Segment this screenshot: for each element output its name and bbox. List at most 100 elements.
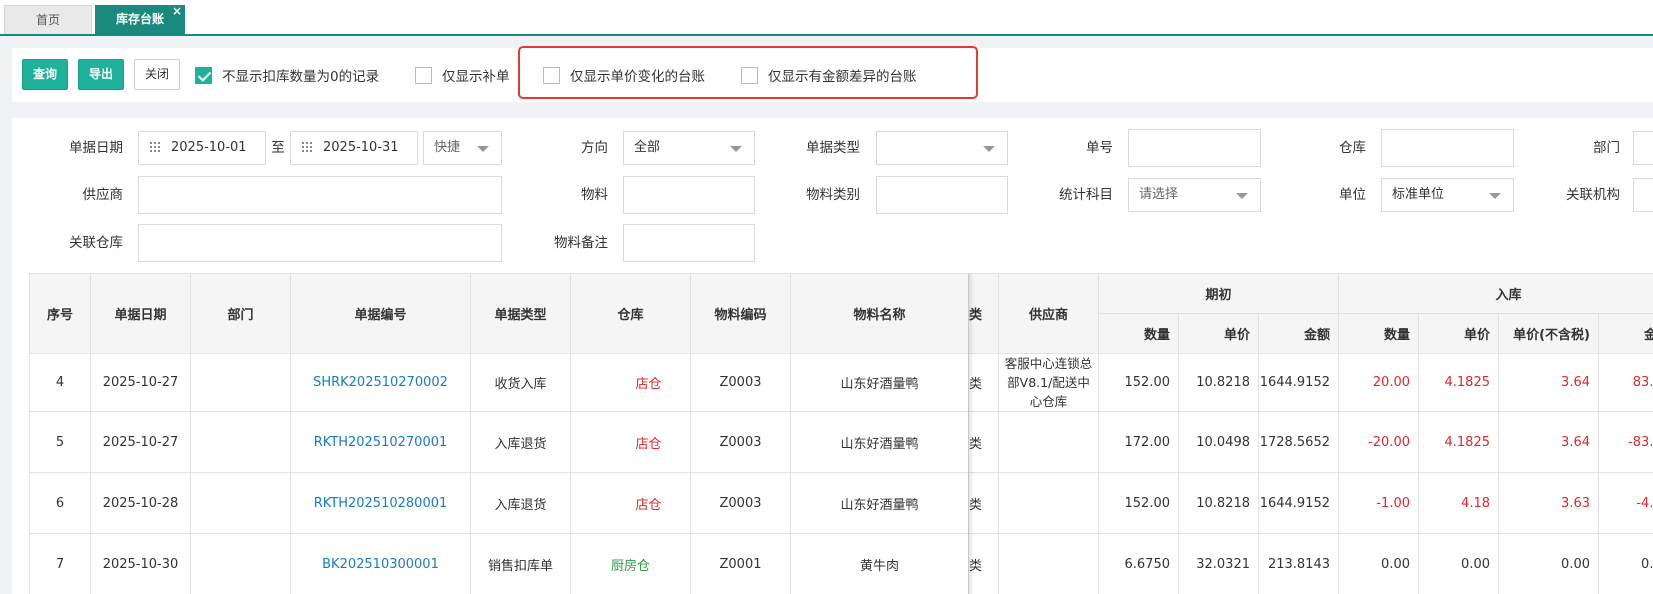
cell-supplier: [999, 412, 1099, 473]
date-to-input[interactable]: 2025-10-31: [290, 131, 418, 165]
material-note-label: 物料备注: [554, 235, 608, 251]
tab-home-label: 首页: [35, 13, 60, 27]
supplier-label: 供应商: [82, 187, 124, 203]
warehouse-input[interactable]: [1381, 129, 1514, 167]
cell-opening-qty: 152.00: [1099, 473, 1179, 534]
material-input[interactable]: [623, 176, 755, 214]
cell-date: 2025-10-27: [91, 354, 191, 412]
doc-no-link[interactable]: RKTH202510280001: [291, 473, 471, 534]
cell-opening-price: 10.8218: [1179, 354, 1259, 412]
doc-no-input[interactable]: [1128, 129, 1261, 167]
cell-inbound-qty: -1.00: [1339, 473, 1419, 534]
close-button[interactable]: 关闭: [134, 59, 180, 90]
tab-home[interactable]: 首页: [4, 5, 92, 34]
supplier-input[interactable]: [138, 176, 502, 214]
doc-type-select[interactable]: [876, 131, 1008, 165]
related-warehouse-input[interactable]: [138, 224, 502, 262]
cell-seq: 6: [30, 473, 91, 534]
cell-dept: [191, 412, 291, 473]
cell-dept: [191, 473, 291, 534]
material-note-input[interactable]: [623, 224, 755, 262]
query-button[interactable]: 查询: [22, 59, 68, 90]
cell-warehouse: 店仓: [571, 412, 691, 473]
stat-subject-select[interactable]: 请选择: [1128, 178, 1261, 212]
doc-no-link[interactable]: BK202510300001: [291, 534, 471, 594]
chevron-down-icon: [1489, 193, 1501, 199]
cell-supplier: 客服中心连锁总部V8.1/配送中心仓库: [999, 354, 1099, 412]
cell-supplier: [999, 534, 1099, 594]
related-warehouse-label: 关联仓库: [69, 235, 123, 251]
direction-value: 全部: [634, 140, 661, 155]
warehouse-label: 仓库: [1339, 140, 1366, 156]
cell-inbound-price-ex-tax: 0.00: [1499, 534, 1599, 594]
cell-inbound-qty: 20.00: [1339, 354, 1419, 412]
close-icon[interactable]: ×: [172, 0, 182, 26]
material-category-label: 物料类别: [806, 187, 860, 203]
cell-inbound-price: 4.18: [1419, 473, 1499, 534]
cell-material-code: Z0003: [691, 354, 791, 412]
cell-warehouse: 店仓: [571, 354, 691, 412]
related-org-label: 关联机构: [1566, 187, 1620, 203]
related-org-input[interactable]: [1633, 178, 1653, 212]
cell-warehouse: 厨房仓: [571, 534, 691, 594]
cell-inbound-price: 0.00: [1419, 534, 1499, 594]
header-opening: 期初: [1099, 274, 1339, 314]
cell-inbound-amount: 83.65: [1599, 354, 1653, 412]
header-inbound-price-ex-tax: 单价(不含税): [1499, 314, 1599, 354]
cell-opening-qty: 172.00: [1099, 412, 1179, 473]
frozen-column-divider: [968, 274, 974, 594]
stat-subject-label: 统计科目: [1059, 187, 1113, 203]
cell-warehouse: 店仓: [571, 473, 691, 534]
calendar-icon: [301, 141, 313, 152]
checkbox-only-supplement[interactable]: 仅显示补单: [415, 66, 510, 85]
doc-no-label: 单号: [1086, 140, 1113, 156]
cell-inbound-price-ex-tax: 3.64: [1499, 354, 1599, 412]
header-inbound-price: 单价: [1419, 314, 1499, 354]
header-doc-type: 单据类型: [471, 274, 571, 354]
dept-input[interactable]: [1633, 131, 1653, 165]
unit-select[interactable]: 标准单位: [1381, 178, 1514, 212]
cell-seq: 7: [30, 534, 91, 594]
tab-bar: 首页 库存台账 ×: [0, 0, 1653, 36]
cell-inbound-price-ex-tax: 3.64: [1499, 412, 1599, 473]
cell-date: 2025-10-30: [91, 534, 191, 594]
header-doc-no: 单据编号: [291, 274, 471, 354]
cell-opening-qty: 152.00: [1099, 354, 1179, 412]
checkbox-label: 仅显示补单: [442, 69, 510, 85]
date-from-input[interactable]: 2025-10-01: [138, 131, 266, 165]
header-supplier: 供应商: [999, 274, 1099, 354]
cell-material-name: 山东好酒量鸭: [791, 412, 969, 473]
tab-inventory-ledger[interactable]: 库存台账 ×: [95, 4, 185, 34]
export-button[interactable]: 导出: [78, 59, 124, 90]
cell-doc-type: 销售扣库单: [471, 534, 571, 594]
checkbox-hide-zero-deduction[interactable]: 不显示扣库数量为0的记录: [195, 66, 380, 85]
cell-dept: [191, 354, 291, 412]
quick-select[interactable]: 快捷: [423, 131, 502, 165]
cell-doc-type: 入库退货: [471, 412, 571, 473]
checkbox-box[interactable]: [415, 66, 432, 84]
header-material-code: 物料编码: [691, 274, 791, 354]
cell-opening-amount: 1728.5652: [1259, 412, 1339, 473]
cell-inbound-price: 4.1825: [1419, 354, 1499, 412]
cell-supplier: [999, 473, 1099, 534]
chevron-down-icon: [730, 146, 742, 152]
unit-label: 单位: [1339, 187, 1366, 203]
cell-opening-amount: 1644.9152: [1259, 354, 1339, 412]
doc-no-link[interactable]: RKTH202510270001: [291, 412, 471, 473]
header-opening-amount: 金额: [1259, 314, 1339, 354]
header-material-name: 物料名称: [791, 274, 969, 354]
cell-inbound-amount: -4.18: [1599, 473, 1653, 534]
material-category-input[interactable]: [876, 176, 1008, 214]
cell-date: 2025-10-28: [91, 473, 191, 534]
cell-date: 2025-10-27: [91, 412, 191, 473]
cell-doc-type: 收货入库: [471, 354, 571, 412]
header-inbound: 入库: [1339, 274, 1653, 314]
direction-select[interactable]: 全部: [623, 131, 755, 165]
doc-no-link[interactable]: SHRK202510270002: [291, 354, 471, 412]
chevron-down-icon: [1236, 193, 1248, 199]
cell-opening-price: 10.0498: [1179, 412, 1259, 473]
checkbox-label: 不显示扣库数量为0的记录: [222, 69, 380, 85]
date-to-value: 2025-10-31: [323, 140, 399, 155]
checkbox-box[interactable]: [195, 66, 212, 84]
cell-opening-qty: 6.6750: [1099, 534, 1179, 594]
